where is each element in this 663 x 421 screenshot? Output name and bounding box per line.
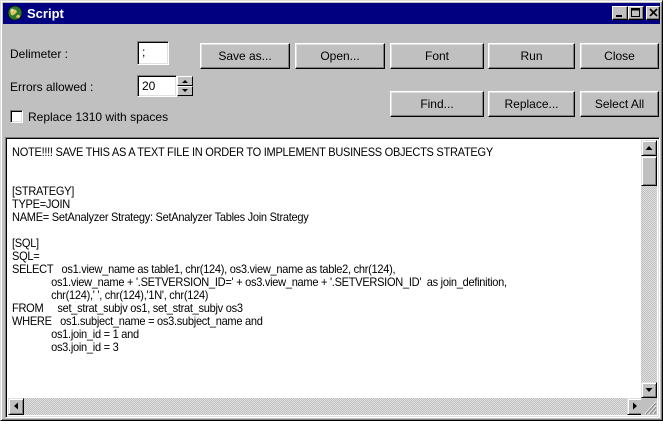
- minimize-icon: [616, 15, 622, 17]
- delimiter-label: Delimeter :: [10, 47, 69, 61]
- replace-1310-checkbox[interactable]: [10, 110, 23, 123]
- errors-allowed-label: Errors allowed :: [10, 80, 94, 94]
- vertical-scroll-thumb[interactable]: [641, 156, 657, 186]
- scroll-up-button[interactable]: [641, 140, 657, 156]
- delimiter-field[interactable]: ;: [137, 41, 169, 65]
- save-as-button[interactable]: Save as...: [200, 43, 290, 69]
- arrow-left-icon: [14, 402, 18, 410]
- spin-down-icon: [182, 89, 188, 92]
- errors-allowed-field[interactable]: 20: [137, 75, 177, 97]
- vertical-scrollbar[interactable]: [641, 140, 657, 398]
- arrow-up-icon: [645, 146, 653, 150]
- run-button[interactable]: Run: [488, 43, 575, 69]
- find-button[interactable]: Find...: [390, 91, 484, 117]
- script-editor[interactable]: NOTE!!!! SAVE THIS AS A TEXT FILE IN ORD…: [5, 137, 660, 418]
- script-line: NAME= SetAnalyzer Strategy: SetAnalyzer …: [12, 210, 309, 224]
- horizontal-scrollbar[interactable]: [8, 398, 643, 415]
- close-window-button[interactable]: [646, 6, 660, 20]
- spin-up-icon: [182, 80, 188, 83]
- arrow-down-icon: [645, 388, 653, 392]
- title-bar[interactable]: Script: [3, 3, 660, 24]
- errors-allowed-spinner[interactable]: [177, 76, 193, 96]
- open-button[interactable]: Open...: [295, 43, 385, 69]
- arrow-right-icon: [633, 402, 637, 410]
- replace-1310-label: Replace 1310 with spaces: [28, 110, 169, 124]
- scroll-left-button[interactable]: [8, 398, 24, 415]
- spin-up-button[interactable]: [177, 76, 193, 86]
- font-button[interactable]: Font: [390, 43, 484, 69]
- script-text-area[interactable]: NOTE!!!! SAVE THIS AS A TEXT FILE IN ORD…: [8, 140, 643, 398]
- maximize-button[interactable]: [628, 6, 644, 20]
- app-globe-icon: [7, 5, 23, 21]
- script-line: os3.join_id = 3: [12, 340, 119, 354]
- select-all-button[interactable]: Select All: [580, 91, 659, 117]
- close-icon: [649, 8, 658, 17]
- resize-grip-icon: [644, 401, 657, 415]
- window-title: Script: [27, 6, 64, 21]
- script-window: Script Delimeter : ; Errors allowed : 20: [0, 0, 663, 421]
- maximize-icon: [631, 8, 640, 17]
- close-button[interactable]: Close: [580, 43, 659, 69]
- script-line: NOTE!!!! SAVE THIS AS A TEXT FILE IN ORD…: [12, 145, 493, 159]
- replace-button[interactable]: Replace...: [488, 91, 575, 117]
- minimize-button[interactable]: [612, 6, 628, 20]
- resize-grip[interactable]: [641, 398, 657, 415]
- spin-down-button[interactable]: [177, 86, 193, 96]
- scroll-down-button[interactable]: [641, 382, 657, 398]
